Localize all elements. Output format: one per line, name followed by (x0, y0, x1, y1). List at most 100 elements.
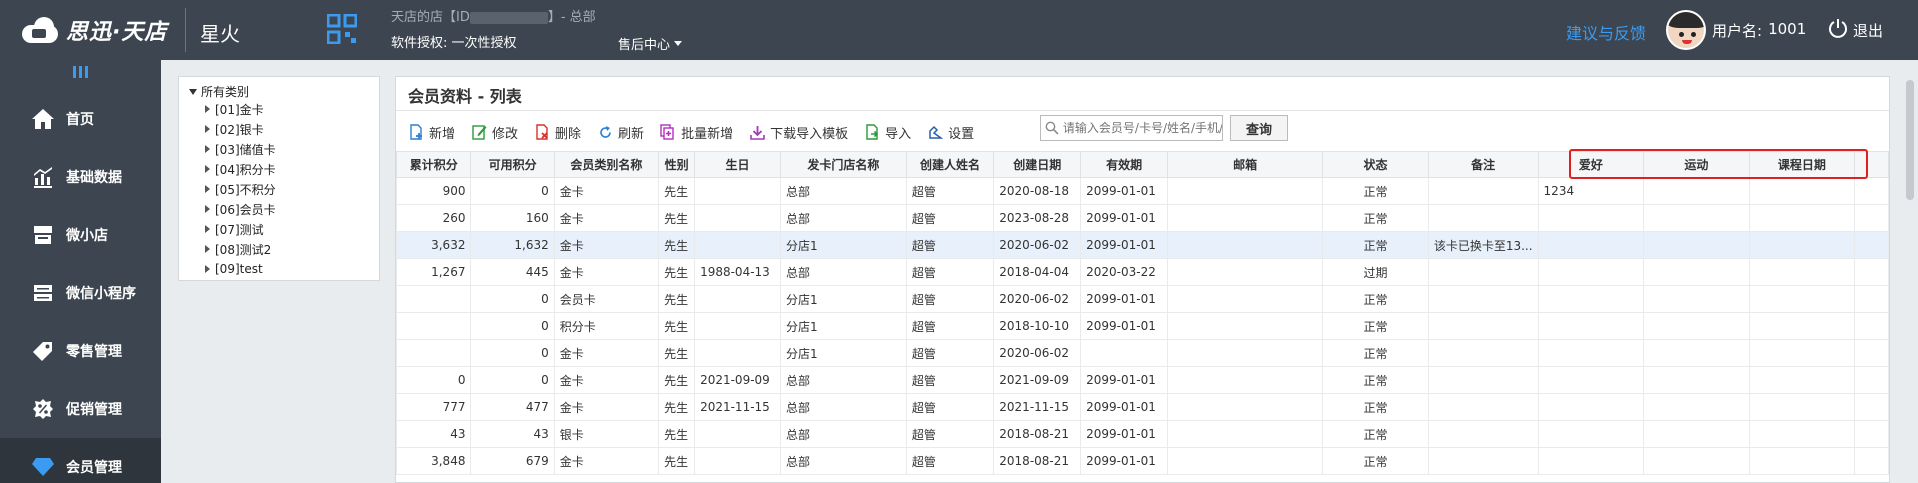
batch-add-button[interactable]: 批量新增 (660, 123, 733, 142)
table-cell: 2099-01-01 (1080, 393, 1168, 421)
table-row[interactable]: 0 0 金卡 先生 2021-09-09 总部 超管 2021-09-09 2099-01-01… (396, 366, 1889, 394)
tree-node[interactable]: [05]不积分 (205, 180, 276, 198)
member-table: 累计积分 可用积分 会员类别名称 性别 生日 发卡门店名称 创建人姓名 创建日期 有效期 邮箱 状态… (396, 151, 1889, 475)
batch-add-label: 批量新增 (681, 126, 734, 142)
table-row[interactable]: 900 0 金卡 先生 总部 超管 2020-08-18 2099-01-01 正常 1234 (396, 177, 1889, 205)
sidebar-collapse-icon[interactable] (73, 66, 91, 80)
table-row[interactable]: 3,632 1,632 金卡 先生 分店1 超管 2020-06-02 2099-01-01 正… (396, 231, 1889, 259)
column-header[interactable]: 运动 (1643, 151, 1750, 178)
column-header[interactable]: 爱好 (1537, 151, 1645, 178)
download-template-button[interactable]: 下载导入模板 (749, 123, 848, 142)
avatar[interactable] (1666, 10, 1706, 50)
edit-button[interactable]: 修改 (471, 123, 518, 142)
table-cell: 先生 (658, 447, 696, 475)
caret-right-icon (205, 185, 210, 193)
feedback-link[interactable]: 建议与反馈 (1566, 20, 1646, 44)
column-header[interactable]: 生日 (694, 151, 781, 178)
sidebar-item-promotion[interactable]: 促销管理 (0, 380, 161, 438)
query-button[interactable]: 查询 (1230, 115, 1288, 141)
table-row[interactable]: 3,848 679 金卡 先生 总部 超管 2018-08-21 2099-01-01 正常 (396, 447, 1889, 475)
add-button[interactable]: 新增 (408, 123, 455, 142)
table-cell: 金卡 (553, 231, 660, 259)
sidebar-item-micro-shop[interactable]: 微小店 (0, 206, 161, 264)
column-header[interactable]: 会员类别名称 (553, 151, 660, 178)
column-header[interactable]: 性别 (658, 151, 696, 178)
column-header[interactable]: 创建人姓名 (905, 151, 995, 178)
table-cell: 0 (470, 339, 555, 367)
tree-root-label: 所有类别 (201, 85, 250, 99)
brand-logo[interactable]: 思迅·天店 (20, 14, 167, 46)
logout-button[interactable]: 退出 (1853, 20, 1883, 41)
page-title: 会员资料 - 列表 (408, 87, 522, 106)
chart-icon (30, 164, 56, 190)
tree-node[interactable]: [09]test (205, 260, 263, 278)
table-cell (1643, 339, 1750, 367)
cloud-cart-icon (20, 17, 60, 43)
tree-node-label: [03]储值卡 (215, 142, 276, 157)
column-header[interactable]: 邮箱 (1166, 151, 1324, 178)
column-header[interactable]: 课程日期 (1748, 151, 1856, 178)
after-sale-menu[interactable]: 售后中心 (618, 34, 683, 53)
delete-button[interactable]: 删除 (534, 123, 581, 142)
store-prefix: 天店的店【ID (391, 10, 470, 25)
table-cell (1748, 366, 1856, 394)
table-row[interactable]: 260 160 金卡 先生 总部 超管 2023-08-28 2099-01-01 正常 (396, 204, 1889, 232)
table-row[interactable]: 0 会员卡 先生 分店1 超管 2020-06-02 2099-01-01 正常 (396, 285, 1889, 313)
scroll-thumb[interactable] (1906, 80, 1914, 200)
table-cell (1427, 447, 1539, 475)
settings-button[interactable]: 设置 (927, 123, 974, 142)
table-row[interactable]: 777 477 金卡 先生 2021-11-15 总部 超管 2021-11-15 2099-0… (396, 393, 1889, 421)
table-row[interactable]: 0 金卡 先生 分店1 超管 2020-06-02 正常 (396, 339, 1889, 367)
tree-node[interactable]: [02]银卡 (205, 120, 264, 138)
table-row[interactable]: 43 43 银卡 先生 总部 超管 2018-08-21 2099-01-01 正常 (396, 420, 1889, 448)
table-cell: 679 (470, 447, 555, 475)
column-header[interactable]: 备注 (1427, 151, 1539, 178)
column-header[interactable]: 状态 (1322, 151, 1429, 178)
search-input[interactable] (1062, 121, 1222, 135)
table-cell (694, 420, 781, 448)
table-cell (1166, 366, 1324, 394)
power-icon[interactable] (1827, 17, 1849, 39)
column-header[interactable]: 累计积分 (396, 151, 472, 178)
table-row[interactable]: 0 积分卡 先生 分店1 超管 2018-10-10 2099-01-01 正常 (396, 312, 1889, 340)
add-doc-icon (408, 124, 424, 140)
tree-node[interactable]: [04]积分卡 (205, 160, 276, 178)
chevron-down-icon (674, 41, 683, 46)
column-header[interactable]: 可用积分 (470, 151, 555, 178)
tree-node-label: [04]积分卡 (215, 162, 276, 177)
tree-node[interactable]: [01]金卡 (205, 100, 264, 118)
table-cell (1166, 285, 1324, 313)
tree-node[interactable]: [03]储值卡 (205, 140, 276, 158)
store-suffix: 】- 总部 (547, 10, 596, 25)
sidebar-item-mini-program[interactable]: 微信小程序 (0, 264, 161, 322)
tag-icon (30, 338, 56, 364)
qr-code-icon[interactable] (327, 14, 357, 44)
import-button[interactable]: 导入 (864, 123, 911, 142)
sidebar-item-home[interactable]: 首页 (0, 90, 161, 148)
table-cell (1537, 339, 1645, 367)
table-cell: 先生 (658, 231, 696, 259)
tree-node[interactable]: [06]会员卡 (205, 200, 276, 218)
tree-node[interactable]: [08]测试2 (205, 240, 271, 258)
table-cell (694, 447, 781, 475)
column-header[interactable]: 发卡门店名称 (779, 151, 907, 178)
table-row[interactable]: 1,267 445 金卡 先生 1988-04-13 总部 超管 2018-04-04 2020… (396, 258, 1889, 286)
vertical-scrollbar[interactable] (1902, 60, 1918, 483)
table-cell: 0 (396, 366, 472, 394)
refresh-button[interactable]: 刷新 (597, 123, 644, 142)
table-cell: 0 (470, 366, 555, 394)
sidebar-item-label: 零售管理 (66, 344, 122, 360)
column-header[interactable]: 创建日期 (993, 151, 1082, 178)
table-cell (1537, 447, 1645, 475)
table-cell (694, 177, 781, 205)
sidebar-item-retail[interactable]: 零售管理 (0, 322, 161, 380)
table-cell (1643, 366, 1750, 394)
sidebar-item-basic-data[interactable]: 基础数据 (0, 148, 161, 206)
table-cell (1748, 339, 1856, 367)
table-cell: 银卡 (553, 420, 660, 448)
table-cell: 3,632 (396, 231, 472, 259)
column-header[interactable]: 有效期 (1080, 151, 1168, 178)
sidebar-item-members[interactable]: 会员管理 (0, 438, 161, 483)
tree-root[interactable]: 所有类别 (189, 83, 249, 100)
tree-node[interactable]: [07]测试 (205, 220, 264, 238)
